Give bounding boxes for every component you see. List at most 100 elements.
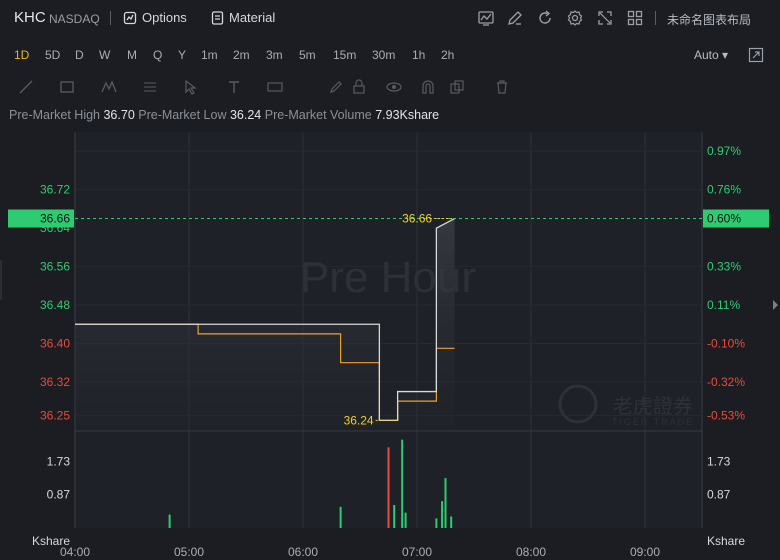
percent-tick-label: -0.32% — [707, 375, 745, 389]
period-30m[interactable]: 30m — [372, 44, 395, 66]
current-price-value: 36.66 — [40, 212, 70, 226]
options-button[interactable]: Options — [123, 10, 187, 25]
scale-auto-dropdown[interactable]: Auto ▾ — [694, 48, 728, 62]
volume-bar — [444, 478, 447, 528]
period-w[interactable]: W — [99, 44, 110, 66]
time-tick-label: 05:00 — [174, 545, 204, 559]
price-chart[interactable]: Pre Hour老虎證券TIGER TRADE36.6636.2436.7236… — [0, 130, 780, 560]
period-2h[interactable]: 2h — [441, 44, 454, 66]
brand-watermark-sub: TIGER TRADE — [612, 417, 694, 427]
brand-watermark: 老虎證券 — [613, 394, 693, 418]
options-icon — [123, 11, 137, 24]
pattern-tool-icon[interactable] — [100, 78, 118, 96]
fullscreen-icon[interactable] — [748, 47, 764, 63]
period-d[interactable]: D — [75, 44, 84, 66]
premarket-info: Pre-Market High 36.70 Pre-Market Low 36.… — [9, 108, 439, 122]
material-button[interactable]: Material — [211, 10, 275, 25]
current-pct-value: 0.60% — [707, 212, 741, 226]
ticker-symbol[interactable]: KHC — [14, 9, 46, 26]
price-tick-label: 36.72 — [40, 183, 70, 197]
gear-icon[interactable] — [566, 9, 584, 27]
premarket-high-value: 36.70 — [103, 108, 135, 122]
document-icon — [211, 10, 224, 25]
magnet-icon[interactable] — [419, 78, 437, 96]
measure-tool-icon[interactable] — [266, 78, 284, 96]
price-tick-label: 36.56 — [40, 260, 70, 274]
exchange-label: NASDAQ — [49, 12, 100, 26]
volume-bar — [339, 506, 342, 528]
line-tool-icon[interactable] — [17, 78, 35, 96]
percent-tick-label: 0.33% — [707, 260, 741, 274]
layout-name-button[interactable]: 未命名图表布局 — [667, 11, 751, 28]
period-1m[interactable]: 1m — [201, 44, 218, 66]
premarket-volume-value: 7.93Kshare — [375, 108, 440, 122]
high-marker-label: 36.66 — [402, 212, 432, 226]
time-tick-label: 08:00 — [516, 545, 546, 559]
period-1h[interactable]: 1h — [412, 44, 425, 66]
refresh-icon[interactable] — [536, 9, 554, 27]
volume-bar — [441, 501, 444, 528]
fib-tool-icon[interactable] — [141, 78, 159, 96]
price-tick-label: 36.25 — [40, 409, 70, 423]
period-y[interactable]: Y — [178, 44, 186, 66]
volume-unit-label-right: Kshare — [707, 534, 745, 548]
period-q[interactable]: Q — [153, 44, 162, 66]
pen-icon[interactable] — [327, 78, 345, 96]
top-toolbar: KHC NASDAQ Options Material 未命名图表布局 — [0, 0, 780, 36]
period-1d[interactable]: 1D — [14, 44, 29, 66]
percent-tick-label: -0.53% — [707, 409, 745, 423]
time-tick-label: 07:00 — [402, 545, 432, 559]
percent-tick-label: -0.10% — [707, 336, 745, 350]
premarket-volume-label: Pre-Market Volume — [264, 108, 372, 122]
price-tick-label: 36.32 — [40, 375, 70, 389]
period-3m[interactable]: 3m — [266, 44, 283, 66]
volume-bar — [404, 512, 407, 528]
cursor-tool-icon[interactable] — [182, 78, 200, 96]
expand-icon[interactable] — [596, 9, 614, 27]
rect-tool-icon[interactable] — [58, 78, 76, 96]
time-tick-label: 04:00 — [60, 545, 90, 559]
period-15m[interactable]: 15m — [333, 44, 356, 66]
copy-icon[interactable] — [448, 78, 466, 96]
volume-tick-label-right: 0.87 — [707, 488, 731, 502]
volume-bar — [401, 439, 404, 528]
time-tick-label: 06:00 — [288, 545, 318, 559]
period-selector: 1D 5D D W M Q Y 1m 2m 3m 5m 15m 30m 1h 2h — [0, 44, 780, 66]
volume-bar — [435, 518, 438, 528]
low-marker-label: 36.24 — [344, 413, 374, 427]
trash-icon[interactable] — [493, 78, 511, 96]
volume-bar — [450, 516, 453, 528]
text-tool-icon[interactable] — [225, 78, 243, 96]
volume-tick-label-right: 1.73 — [707, 455, 731, 469]
period-5m[interactable]: 5m — [299, 44, 316, 66]
edit-icon[interactable] — [506, 9, 524, 27]
volume-tick-label: 1.73 — [47, 455, 71, 469]
grid-icon[interactable] — [626, 9, 644, 27]
volume-bar — [393, 504, 396, 528]
toolbar-divider — [655, 11, 656, 25]
time-tick-label: 09:00 — [630, 545, 660, 559]
period-m[interactable]: M — [127, 44, 137, 66]
line-chart-icon[interactable] — [477, 9, 495, 27]
premarket-low-value: 36.24 — [229, 108, 262, 122]
material-label: Material — [229, 10, 276, 25]
period-5d[interactable]: 5D — [45, 44, 60, 66]
period-2m[interactable]: 2m — [233, 44, 250, 66]
percent-tick-label: 0.11% — [707, 298, 740, 312]
premarket-low-label: Pre-Market Low — [138, 108, 227, 122]
left-edge-handle — [0, 260, 2, 300]
percent-tick-label: 0.97% — [707, 144, 741, 158]
lock-icon[interactable] — [350, 78, 368, 96]
eye-icon[interactable] — [385, 78, 403, 96]
price-tick-label: 36.48 — [40, 298, 70, 312]
volume-bar — [387, 447, 390, 528]
percent-tick-label: 0.76% — [707, 183, 741, 197]
volume-bar — [168, 514, 171, 528]
price-tick-label: 36.40 — [40, 336, 70, 350]
toolbar-divider — [110, 11, 111, 25]
volume-tick-label: 0.87 — [47, 488, 71, 502]
expand-right-arrow[interactable] — [773, 300, 778, 310]
drawing-toolbar — [0, 72, 780, 102]
premarket-high-label: Pre-Market High — [9, 108, 100, 122]
options-label: Options — [142, 10, 187, 25]
